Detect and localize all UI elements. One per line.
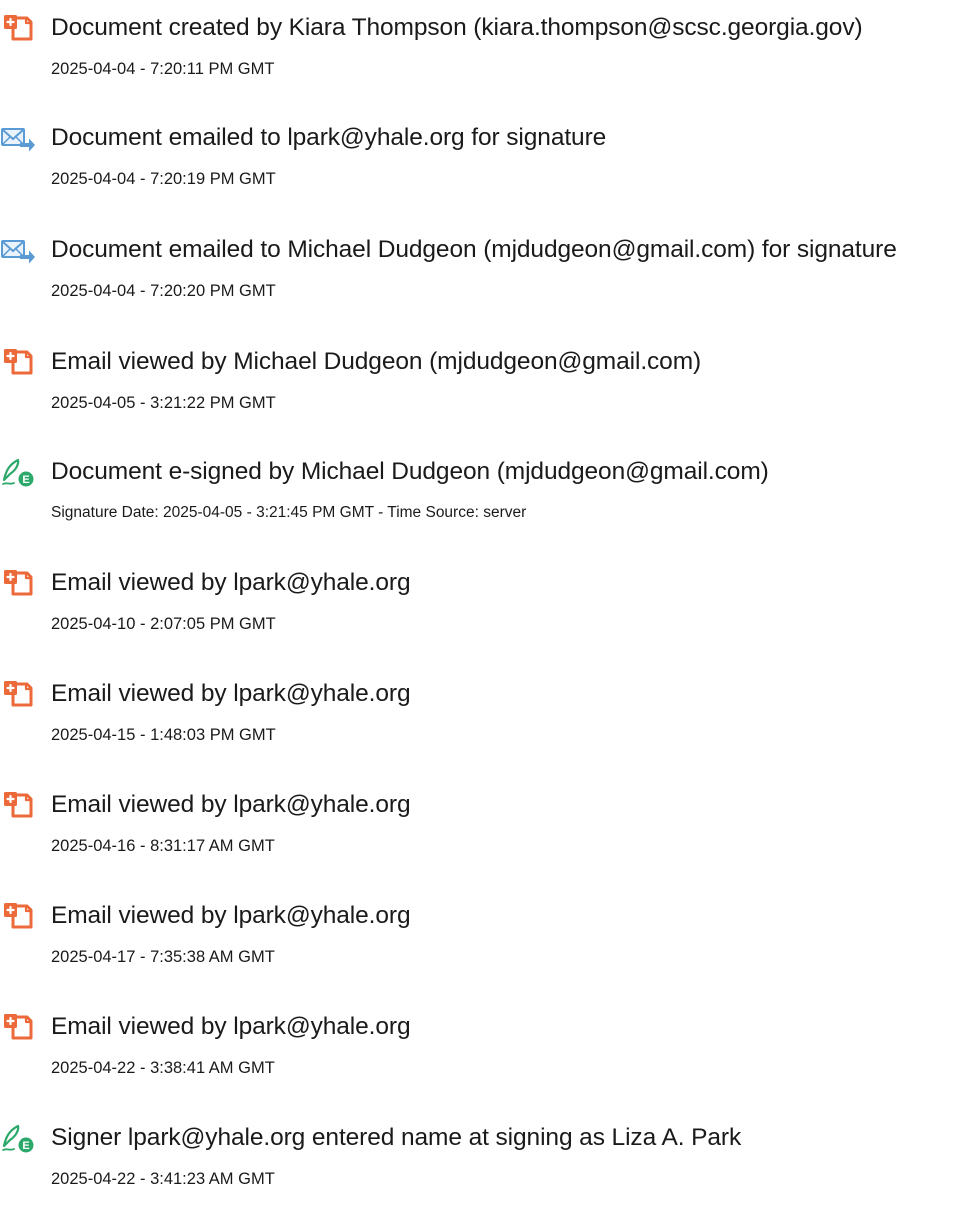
document-icon (0, 789, 36, 821)
event-title: Email viewed by lpark@yhale.org (51, 680, 411, 707)
document-icon (0, 567, 36, 599)
document-icon (0, 678, 36, 710)
event-timestamp: 2025-04-17 - 7:35:38 AM GMT (51, 948, 275, 966)
email-icon (0, 122, 36, 154)
event-title: Email viewed by lpark@yhale.org (51, 902, 411, 929)
audit-event: Document created by Kiara Thompson (kiar… (0, 0, 977, 90)
document-icon (0, 1011, 36, 1043)
event-timestamp: 2025-04-22 - 3:38:41 AM GMT (51, 1059, 275, 1077)
document-icon (0, 346, 36, 378)
document-icon (0, 900, 36, 932)
audit-event: Email viewed by lpark@yhale.org 2025-04-… (0, 777, 977, 867)
event-title: Email viewed by lpark@yhale.org (51, 791, 411, 818)
esign-icon: E (0, 1122, 36, 1154)
event-title: Signer lpark@yhale.org entered name at s… (51, 1124, 742, 1151)
audit-event: Document emailed to Michael Dudgeon (mjd… (0, 222, 977, 312)
event-timestamp: 2025-04-05 - 3:21:22 PM GMT (51, 394, 276, 412)
event-title: Document created by Kiara Thompson (kiar… (51, 14, 863, 41)
event-timestamp: 2025-04-16 - 8:31:17 AM GMT (51, 837, 275, 855)
audit-event: Email viewed by lpark@yhale.org 2025-04-… (0, 555, 977, 645)
event-timestamp: 2025-04-15 - 1:48:03 PM GMT (51, 726, 276, 744)
audit-event: E Signer lpark@yhale.org entered name at… (0, 1110, 977, 1200)
event-title: Document e-signed by Michael Dudgeon (mj… (51, 458, 769, 485)
esign-icon: E (0, 456, 36, 488)
event-title: Email viewed by lpark@yhale.org (51, 1013, 411, 1040)
audit-event: E Document e-signed by Michael Dudgeon (… (0, 444, 977, 534)
event-signature-date: Signature Date: 2025-04-05 - 3:21:45 PM … (51, 504, 527, 521)
document-icon (0, 12, 36, 44)
audit-event: Email viewed by lpark@yhale.org 2025-04-… (0, 999, 977, 1089)
audit-event: Email viewed by lpark@yhale.org 2025-04-… (0, 666, 977, 756)
event-title: Email viewed by lpark@yhale.org (51, 569, 411, 596)
event-timestamp: 2025-04-04 - 7:20:19 PM GMT (51, 170, 276, 188)
audit-event: Document emailed to lpark@yhale.org for … (0, 110, 977, 200)
event-timestamp: 2025-04-04 - 7:20:11 PM GMT (51, 60, 275, 78)
audit-event: Email viewed by Michael Dudgeon (mjdudge… (0, 334, 977, 424)
audit-event: Email viewed by lpark@yhale.org 2025-04-… (0, 888, 977, 978)
event-timestamp: 2025-04-22 - 3:41:23 AM GMT (51, 1170, 275, 1188)
event-title: Document emailed to Michael Dudgeon (mjd… (51, 236, 897, 263)
svg-text:E: E (22, 474, 29, 486)
event-title: Email viewed by Michael Dudgeon (mjdudge… (51, 348, 702, 375)
event-title: Document emailed to lpark@yhale.org for … (51, 124, 607, 151)
event-timestamp: 2025-04-10 - 2:07:05 PM GMT (51, 615, 276, 633)
email-icon (0, 234, 36, 266)
event-timestamp: 2025-04-04 - 7:20:20 PM GMT (51, 282, 276, 300)
svg-text:E: E (22, 1140, 29, 1152)
